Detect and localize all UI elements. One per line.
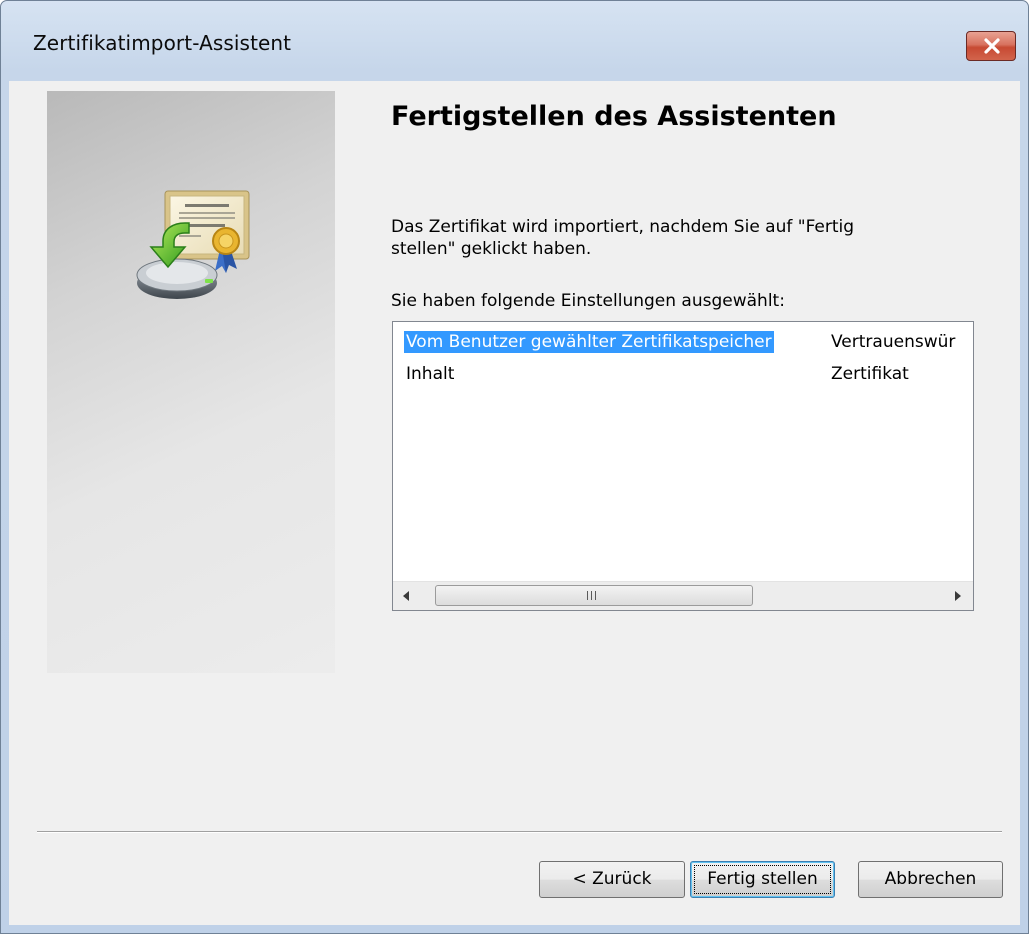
wizard-window: Zertifikatimport-Assistent Fertigstellen… xyxy=(0,0,1029,934)
horizontal-scrollbar[interactable] xyxy=(393,581,973,610)
scroll-left-button[interactable] xyxy=(393,582,421,610)
window-title: Zertifikatimport-Assistent xyxy=(33,31,292,55)
arrow-left-icon xyxy=(403,591,409,601)
setting-name: Vom Benutzer gewählter Zertifikatspeiche… xyxy=(404,331,774,353)
wizard-intro-text: Das Zertifikat wird importiert, nachdem … xyxy=(391,217,855,259)
close-icon xyxy=(984,38,1000,54)
arrow-right-icon xyxy=(955,591,961,601)
wizard-heading: Fertigstellen des Assistenten xyxy=(391,101,837,132)
close-button[interactable] xyxy=(966,31,1016,61)
wizard-content: Fertigstellen des Assistenten Das Zertif… xyxy=(9,81,1020,925)
scrollbar-thumb[interactable] xyxy=(435,585,753,606)
scroll-right-button[interactable] xyxy=(945,582,973,610)
wizard-sidebar xyxy=(47,91,335,673)
certificate-import-icon xyxy=(136,190,250,299)
cancel-button[interactable]: Abbrechen xyxy=(858,861,1003,898)
setting-name: Inhalt xyxy=(406,364,455,384)
grip-icon xyxy=(587,591,596,600)
list-item[interactable]: Vom Benutzer gewählter Zertifikatspeiche… xyxy=(393,330,973,354)
separator xyxy=(37,831,1002,833)
title-bar[interactable]: Zertifikatimport-Assistent xyxy=(1,1,1028,81)
settings-label: Sie haben folgende Einstellungen ausgewä… xyxy=(391,291,785,311)
settings-list[interactable]: Vom Benutzer gewählter Zertifikatspeiche… xyxy=(392,321,974,611)
list-item[interactable]: Inhalt Zertifikat xyxy=(393,362,973,386)
finish-button-label: Fertig stellen xyxy=(707,869,818,889)
setting-value: Vertrauenswür xyxy=(831,332,956,352)
back-button[interactable]: < Zurück xyxy=(539,861,685,898)
finish-button[interactable]: Fertig stellen xyxy=(690,861,835,898)
setting-value: Zertifikat xyxy=(831,364,909,384)
